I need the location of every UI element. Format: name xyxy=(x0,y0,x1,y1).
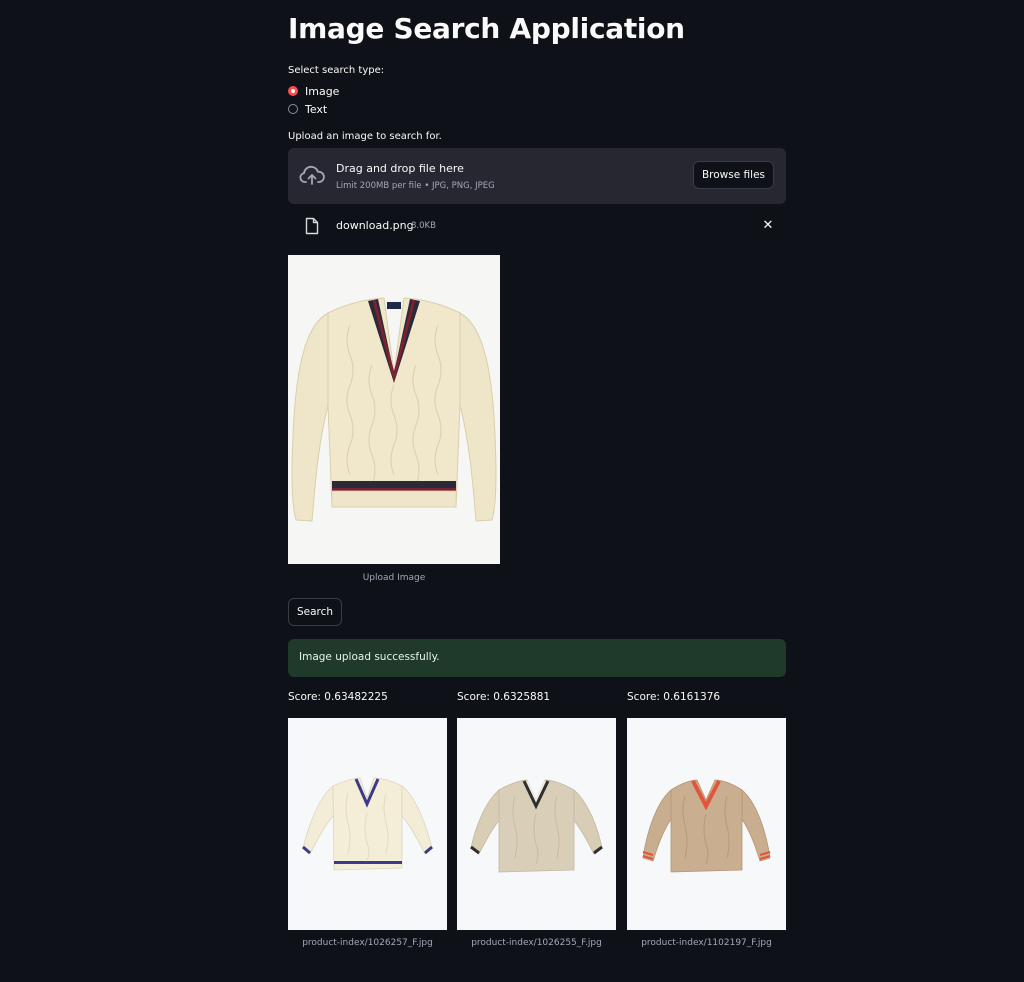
radio-option-label: Text xyxy=(305,102,328,116)
radio-option-text[interactable]: Text xyxy=(288,101,327,117)
radio-option-image[interactable]: Image xyxy=(288,83,339,99)
result-score: Score: 0.63482225 xyxy=(288,691,388,703)
result-image-cream-sweater xyxy=(288,718,447,930)
file-icon xyxy=(305,217,319,235)
result-caption: product-index/1102197_F.jpg xyxy=(641,938,772,948)
result-image-tan-sweater xyxy=(627,718,786,930)
file-dropzone[interactable]: Drag and drop file here Limit 200MB per … xyxy=(288,148,786,204)
cloud-upload-icon xyxy=(299,165,325,185)
uploaded-image-caption: Upload Image xyxy=(362,573,426,583)
radio-option-label: Image xyxy=(305,84,340,98)
page-title: Image Search Application xyxy=(288,12,685,45)
search-type-label: Select search type: xyxy=(288,65,385,76)
success-alert: Image upload successfully. xyxy=(288,639,786,677)
sweater-image xyxy=(288,255,500,564)
result-score: Score: 0.6325881 xyxy=(457,691,551,703)
upload-label: Upload an image to search for. xyxy=(288,131,442,142)
file-name: download.png xyxy=(336,219,414,232)
result-image-beige-sweater xyxy=(457,718,616,930)
result-image xyxy=(288,718,447,930)
success-message: Image upload successfully. xyxy=(299,651,440,663)
uploaded-file-row: download.png 8.0KB ✕ xyxy=(288,214,786,240)
browse-files-button[interactable]: Browse files xyxy=(692,161,774,189)
dropzone-title: Drag and drop file here xyxy=(336,162,464,175)
dropzone-limit: Limit 200MB per file • JPG, PNG, JPEG xyxy=(336,181,495,191)
radio-unselected-indicator[interactable] xyxy=(288,104,298,114)
radio-selected-indicator[interactable] xyxy=(288,86,298,96)
result-image xyxy=(627,718,786,930)
result-caption: product-index/1026255_F.jpg xyxy=(471,938,602,948)
file-size: 8.0KB xyxy=(411,221,436,231)
result-image xyxy=(457,718,616,930)
result-caption: product-index/1026257_F.jpg xyxy=(302,938,433,948)
result-score: Score: 0.6161376 xyxy=(627,691,721,703)
uploaded-image xyxy=(288,255,500,564)
close-icon[interactable]: ✕ xyxy=(762,219,774,233)
search-button[interactable]: Search xyxy=(288,598,343,626)
